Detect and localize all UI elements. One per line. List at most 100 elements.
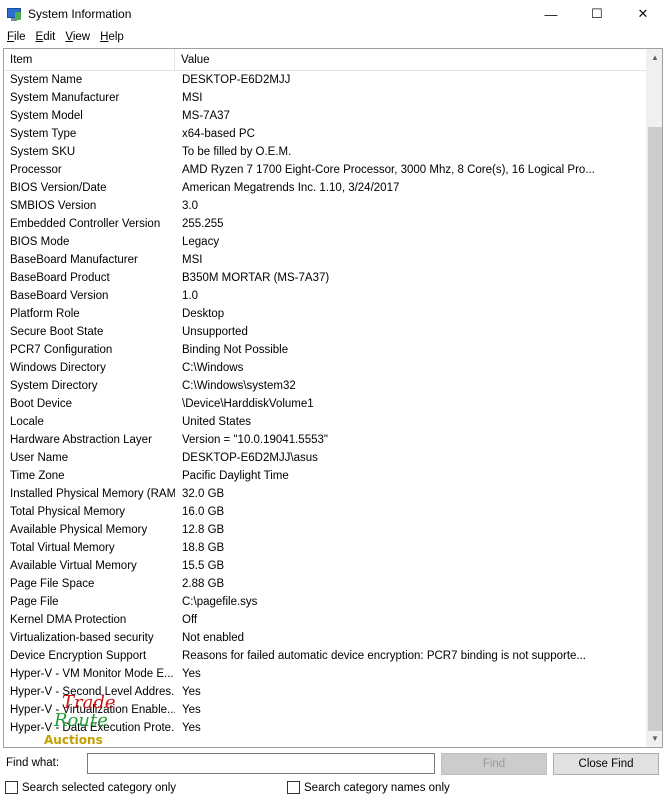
table-row[interactable]: Kernel DMA Protection Off [4, 611, 647, 629]
row-item-value: DESKTOP-E6D2MJJ [182, 74, 291, 86]
table-row[interactable]: Locale United States [4, 413, 647, 431]
row-item-name: System Manufacturer [10, 92, 120, 104]
system-summary-list[interactable]: Item Value System Name DESKTOP-E6D2MJJ Sys… [3, 48, 663, 748]
row-item-name: Total Virtual Memory [10, 542, 115, 554]
row-item-name: Boot Device [10, 398, 73, 410]
table-row[interactable]: Available Virtual Memory 15.5 GB [4, 557, 647, 575]
table-row[interactable]: Processor AMD Ryzen 7 1700 Eight-Core Pro… [4, 161, 647, 179]
row-item-value: United States [182, 416, 252, 428]
row-item-value: C:\Windows\system32 [182, 380, 296, 392]
row-item-name: User Name [10, 452, 69, 464]
scrollbar-thumb[interactable] [648, 127, 662, 731]
checkbox-box[interactable] [5, 781, 18, 794]
title-bar: System Information — ☐ ✕ [0, 0, 666, 28]
table-row[interactable]: BaseBoard Version 1.0 [4, 287, 647, 305]
table-row[interactable]: Available Physical Memory 12.8 GB [4, 521, 647, 539]
close-find-button[interactable]: Close Find [553, 753, 659, 775]
table-row[interactable]: Virtualization-based security Not enabled [4, 629, 647, 647]
table-row[interactable]: Platform Role Desktop [4, 305, 647, 323]
row-item-name: BaseBoard Product [10, 272, 110, 284]
minimize-button[interactable]: — [528, 0, 574, 28]
table-row[interactable]: System Directory C:\Windows\system32 [4, 377, 647, 395]
row-item-value: Legacy [182, 236, 220, 248]
table-row[interactable]: Embedded Controller Version 255.255 [4, 215, 647, 233]
find-what-input[interactable] [87, 753, 435, 774]
table-row[interactable]: BaseBoard Manufacturer MSI [4, 251, 647, 269]
row-item-value: Version = "10.0.19041.5553" [182, 434, 328, 446]
table-row[interactable]: BIOS Version/Date American Megatrends Inc… [4, 179, 647, 197]
close-button[interactable]: ✕ [620, 0, 666, 28]
row-item-name: Hyper-V - Second Level Addres... [10, 686, 175, 698]
row-item-value: Binding Not Possible [182, 344, 289, 356]
table-row[interactable]: Hardware Abstraction Layer Version = "10.… [4, 431, 647, 449]
row-item-value: 18.8 GB [182, 542, 225, 554]
checkbox-box[interactable] [287, 781, 300, 794]
table-row[interactable]: Device Encryption Support Reasons for fai… [4, 647, 647, 665]
row-item-value: Yes [182, 722, 201, 734]
find-what-label: Find what: [6, 757, 60, 769]
table-row[interactable]: Page File C:\pagefile.sys [4, 593, 647, 611]
row-item-name: Platform Role [10, 308, 80, 320]
table-row[interactable]: SMBIOS Version 3.0 [4, 197, 647, 215]
table-row[interactable]: Total Virtual Memory 18.8 GB [4, 539, 647, 557]
table-row[interactable]: System Type x64-based PC [4, 125, 647, 143]
system-information-icon [6, 6, 22, 22]
table-row[interactable]: Boot Device \Device\HarddiskVolume1 [4, 395, 647, 413]
table-row[interactable]: Hyper-V - VM Monitor Mode E... Yes [4, 665, 647, 683]
row-item-value: x64-based PC [182, 128, 255, 140]
scroll-down-arrow-icon[interactable]: ▼ [647, 730, 662, 747]
maximize-button[interactable]: ☐ [574, 0, 620, 28]
table-row[interactable]: System Manufacturer MSI [4, 89, 647, 107]
table-row[interactable]: Secure Boot State Unsupported [4, 323, 647, 341]
row-item-name: Hardware Abstraction Layer [10, 434, 152, 446]
table-row[interactable]: Hyper-V - Data Execution Prote... Yes [4, 719, 647, 737]
row-item-value: C:\pagefile.sys [182, 596, 258, 608]
table-row[interactable]: System Name DESKTOP-E6D2MJJ [4, 71, 647, 89]
row-item-name: Available Virtual Memory [10, 560, 137, 572]
row-item-name: Available Physical Memory [10, 524, 148, 536]
row-item-name: Device Encryption Support [10, 650, 147, 662]
row-item-value: 16.0 GB [182, 506, 225, 518]
search-options: Search selected category only Search cat… [0, 778, 666, 798]
row-item-value: MS-7A37 [182, 110, 230, 122]
table-row[interactable]: Time Zone Pacific Daylight Time [4, 467, 647, 485]
list-header: Item Value [4, 49, 647, 71]
table-row[interactable]: Hyper-V - Virtualization Enable... Yes [4, 701, 647, 719]
row-item-value: 12.8 GB [182, 524, 225, 536]
menu-view[interactable]: View [60, 31, 95, 43]
menu-edit[interactable]: Edit [31, 31, 61, 43]
table-row[interactable]: System Model MS-7A37 [4, 107, 647, 125]
menu-file[interactable]: File [2, 31, 31, 43]
row-item-value: Reasons for failed automatic device encr… [182, 650, 586, 662]
column-header-value[interactable]: Value [175, 49, 647, 71]
table-row[interactable]: User Name DESKTOP-E6D2MJJ\asus [4, 449, 647, 467]
table-row[interactable]: BIOS Mode Legacy [4, 233, 647, 251]
table-row[interactable]: BaseBoard Product B350M MORTAR (MS-7A37) [4, 269, 647, 287]
find-button[interactable]: Find [441, 753, 547, 775]
search-category-names-checkbox[interactable]: Search category names only [287, 781, 450, 794]
row-item-value: MSI [182, 254, 203, 266]
row-item-name: Windows Directory [10, 362, 106, 374]
table-row[interactable]: PCR7 Configuration Binding Not Possible [4, 341, 647, 359]
vertical-scrollbar[interactable]: ▲ ▼ [646, 49, 662, 747]
row-item-name: System Type [10, 128, 77, 140]
search-selected-category-checkbox[interactable]: Search selected category only [5, 781, 176, 794]
search-category-names-label: Search category names only [304, 781, 450, 794]
row-item-name: Time Zone [10, 470, 65, 482]
row-item-name: Total Physical Memory [10, 506, 126, 518]
table-row[interactable]: System SKU To be filled by O.E.M. [4, 143, 647, 161]
column-header-item[interactable]: Item [4, 49, 175, 71]
row-item-name: BaseBoard Manufacturer [10, 254, 138, 266]
row-item-name: PCR7 Configuration [10, 344, 113, 356]
table-row[interactable]: Windows Directory C:\Windows [4, 359, 647, 377]
row-item-name: Locale [10, 416, 44, 428]
table-row[interactable]: Total Physical Memory 16.0 GB [4, 503, 647, 521]
table-row[interactable]: Hyper-V - Second Level Addres... Yes [4, 683, 647, 701]
row-item-value: American Megatrends Inc. 1.10, 3/24/2017 [182, 182, 400, 194]
table-row[interactable]: Page File Space 2.88 GB [4, 575, 647, 593]
scroll-up-arrow-icon[interactable]: ▲ [647, 49, 662, 66]
row-item-value: DESKTOP-E6D2MJJ\asus [182, 452, 318, 464]
row-item-value: 1.0 [182, 290, 198, 302]
menu-help[interactable]: Help [95, 31, 129, 43]
table-row[interactable]: Installed Physical Memory (RAM) 32.0 GB [4, 485, 647, 503]
